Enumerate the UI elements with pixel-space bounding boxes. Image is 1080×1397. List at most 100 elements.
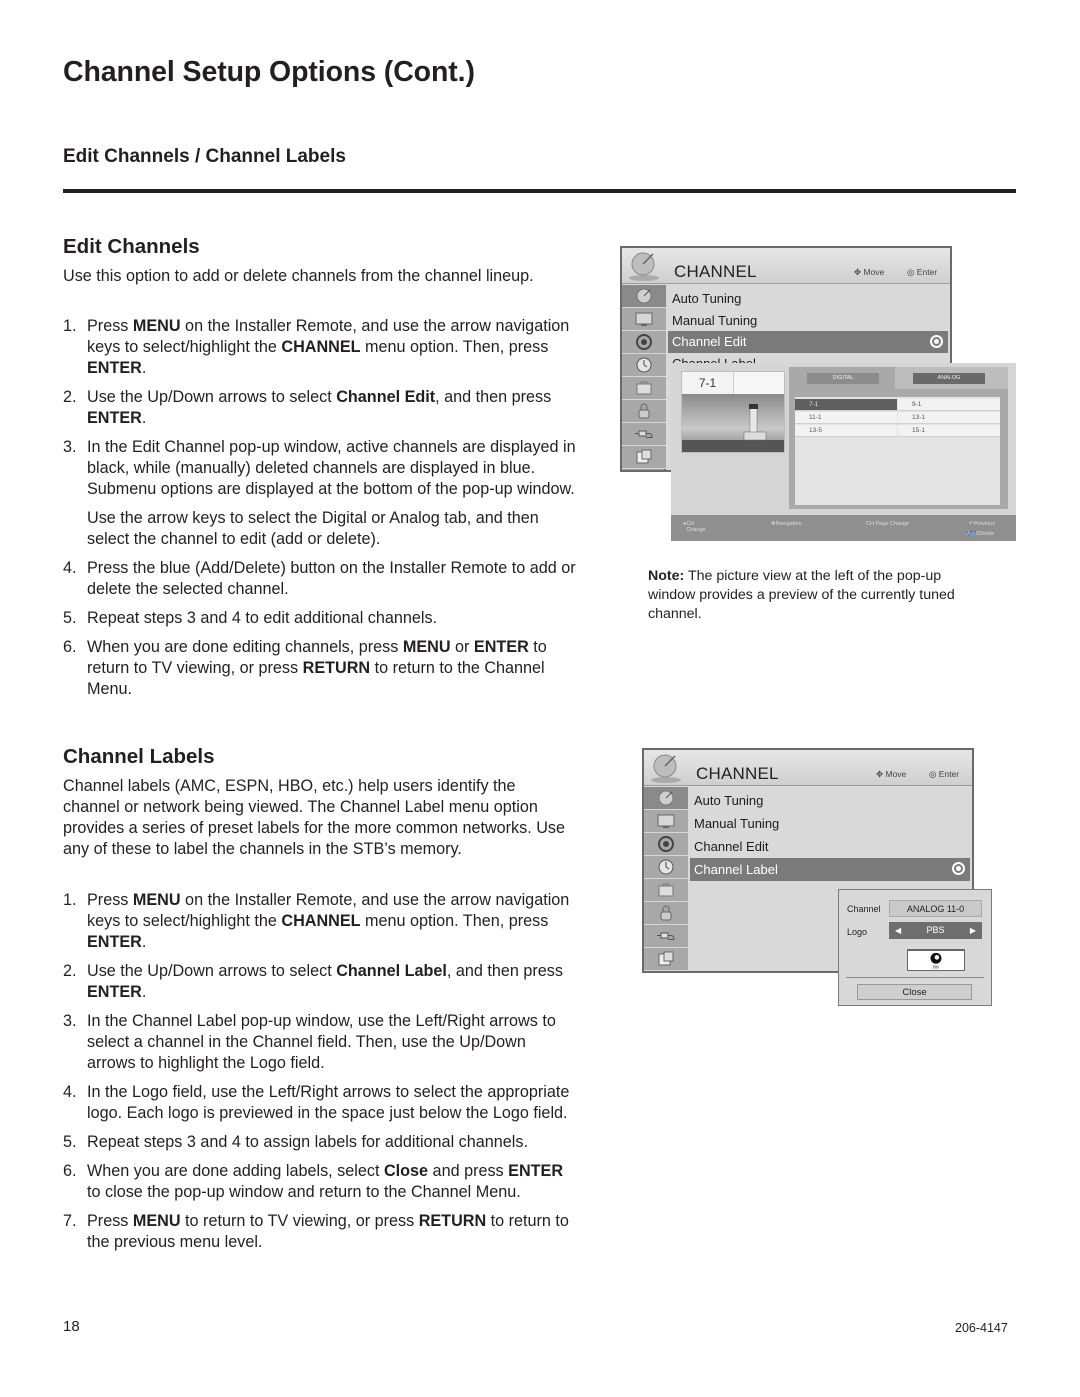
step-item: 5. Repeat steps 3 and 4 to edit additiona… [63,608,578,629]
satellite-dish-icon [651,754,681,783]
step-text: Repeat steps 3 and 4 to edit additional … [87,609,438,627]
menu-title: CHANNEL [696,764,779,783]
arrow-right-icon[interactable]: ▶ [970,922,976,939]
channel-labels-intro: Channel labels (AMC, ESPN, HBO, etc.) he… [63,777,566,858]
menu-item-auto-tuning[interactable]: Auto Tuning [668,288,948,310]
logo-field-label: Logo [847,927,868,937]
edit-channels-heading: Edit Channels [63,235,200,258]
channel-cell[interactable]: 11-1 [795,412,897,424]
sidebar-item-media[interactable] [644,948,688,971]
edit-channels-intro: Use this option to add or delete channel… [63,267,534,285]
tv-icon [657,814,675,828]
sidebar-item-media[interactable] [622,446,666,469]
step-number: 6. [63,638,77,656]
menu-item-channel-label[interactable]: Channel Label [690,858,970,881]
menu-item-manual-tuning[interactable]: Manual Tuning [690,812,970,835]
step-number: 7. [63,1212,77,1230]
lock-icon [638,403,650,419]
sidebar-item-tv[interactable] [644,810,688,833]
tab-analog[interactable]: ANALOG [913,373,985,384]
page-number: 18 [63,1318,80,1335]
sidebar-item-cable[interactable] [644,925,688,948]
step-number: 4. [63,559,77,577]
logo-selector[interactable]: ◀ PBS ▶ [889,922,982,939]
step-item: 6. When you are done editing channels, pr… [63,637,578,700]
step-item: 4. Press the blue (Add/Delete) button on … [63,558,578,600]
enter-indicator-icon [930,335,943,348]
sidebar-item-clock[interactable] [622,354,666,377]
channel-cell[interactable]: 7-1 [795,399,897,411]
close-button[interactable]: Close [857,984,972,1000]
step-text: Use the Up/Down arrows to select Channel… [87,388,552,427]
step-text: Use the Up/Down arrows to select Channel… [87,962,563,1001]
sidebar-item-briefcase[interactable] [644,879,688,902]
tv-icon [635,312,653,326]
sidebar-item-clock[interactable] [644,856,688,879]
channel-cell[interactable]: 13-1 [898,412,1000,424]
enter-icon: ◎ [929,769,937,779]
previous-hint: ↶ Previous [969,521,996,527]
sidebar-item-tv[interactable] [622,308,666,331]
step-subtext: Use the arrow keys to select the Digital… [87,509,539,548]
enter-hint: ◎ Enter [907,267,938,277]
step-number: 3. [63,438,77,456]
document-number: 206-4147 [955,1321,1008,1335]
briefcase-icon [658,883,674,897]
sidebar-item-gear[interactable] [622,331,666,354]
tab-digital[interactable]: DIGITAL [807,373,879,384]
sidebar-item-gear[interactable] [644,833,688,856]
channel-list-panel: DIGITAL ANALOG 7-1 9-1 11-1 13-1 13-5 15-1 [789,367,1008,509]
step-text: When you are done adding labels, select … [87,1162,564,1201]
gear-icon [636,334,652,350]
channel-labels-steps: 1. Press MENU on the Installer Remote, an… [63,890,578,1261]
lock-icon [660,905,672,921]
step-item: 2. Use the Up/Down arrows to select Chann… [63,961,578,1003]
step-item: 1. Press MENU on the Installer Remote, an… [63,890,578,953]
move-icon: ✥ [854,267,862,277]
step-number: 1. [63,891,77,909]
sidebar-item-satellite[interactable] [644,787,688,810]
move-icon: ✥ [876,769,884,779]
menu-title: CHANNEL [674,262,757,281]
preview-channel-number: 7-1 [682,372,734,394]
step-item: 4. In the Logo field, use the Left/Right … [63,1082,578,1124]
step-text: In the Edit Channel pop-up window, activ… [87,438,576,498]
menu-item-auto-tuning[interactable]: Auto Tuning [690,789,970,812]
satellite-icon [658,790,674,806]
step-item: 7. Press MENU to return to TV viewing, or… [63,1211,578,1253]
step-text: Press MENU on the Installer Remote, and … [87,891,570,951]
enter-hint: ◎ Enter [929,769,960,779]
sidebar-item-cable[interactable] [622,423,666,446]
channel-cell[interactable]: 13-5 [795,425,897,437]
menu-item-channel-edit[interactable]: Channel Edit [668,331,948,353]
step-number: 1. [63,317,77,335]
channel-field-label: Channel [847,904,881,914]
sidebar-item-lock[interactable] [622,400,666,423]
enter-indicator-icon [952,862,965,875]
step-number: 5. [63,609,77,627]
channel-cell[interactable]: 9-1 [898,399,1000,411]
popup-footer: ● CH Change ✥ Navigation CH Page Change … [671,515,1016,541]
navigation-hint: ✥ Navigation [771,521,802,527]
menu-item-manual-tuning[interactable]: Manual Tuning [668,310,948,332]
briefcase-icon [636,381,652,395]
channel-labels-heading: Channel Labels [63,745,215,768]
cable-icon [657,932,675,940]
step-text: Repeat steps 3 and 4 to assign labels fo… [87,1133,528,1151]
clock-icon [636,357,652,373]
channel-cell[interactable]: 15-1 [898,425,1000,437]
channel-field[interactable]: ANALOG 11-0 [889,900,982,917]
channel-label-popup: Channel ANALOG 11-0 Logo ◀ PBS ▶ PBS Clo… [838,889,992,1006]
step-text: Press the blue (Add/Delete) button on th… [87,559,576,598]
sidebar-item-satellite[interactable] [622,285,666,308]
menu-header: CHANNEL ✥ Move ◎ Enter [644,750,972,786]
arrow-left-icon[interactable]: ◀ [895,922,901,939]
sidebar-item-briefcase[interactable] [622,377,666,400]
menu-item-channel-edit[interactable]: Channel Edit [690,835,970,858]
page-change-hint: CH Page Change [866,521,910,527]
menu-items: Auto TuningManual TuningChannel EditChan… [690,789,970,881]
menu-header: CHANNEL ✥ Move ◎ Enter [622,248,950,284]
cable-icon [635,430,653,438]
gear-icon [658,836,674,852]
sidebar-item-lock[interactable] [644,902,688,925]
